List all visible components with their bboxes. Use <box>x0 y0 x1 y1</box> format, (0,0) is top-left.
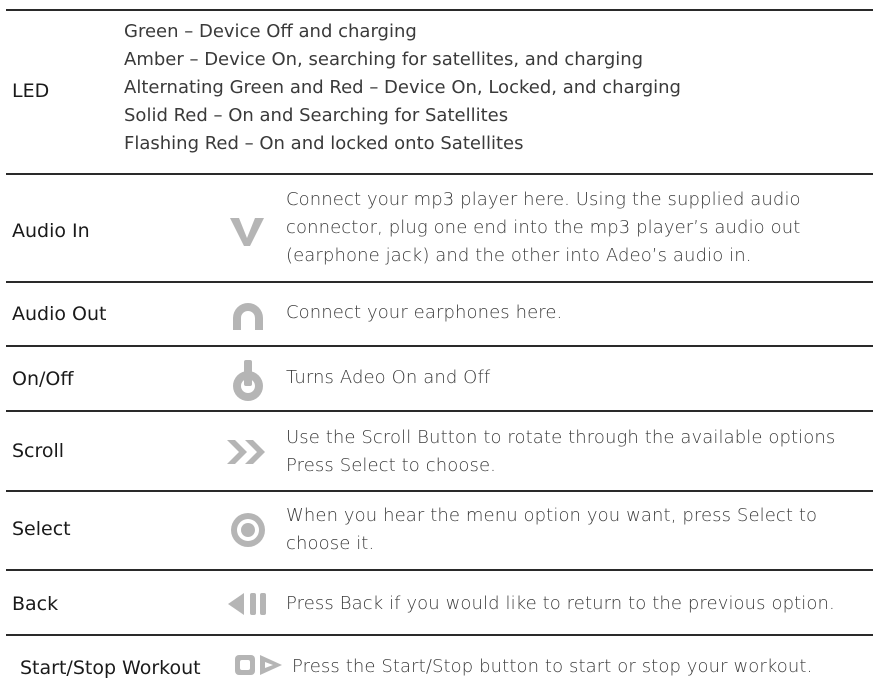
led-status-line: Amber – Device On, searching for satelli… <box>124 49 644 70</box>
power-icon <box>229 356 267 408</box>
divider <box>6 634 873 636</box>
led-status-line: Green – Device Off and charging <box>124 21 417 42</box>
divider <box>6 173 873 175</box>
on-off-label: On/Off <box>12 368 74 390</box>
v-chevron-icon <box>228 214 266 252</box>
led-status-line: Alternating Green and Red – Device On, L… <box>124 77 681 98</box>
back-description: Press Back if you would like to return t… <box>286 593 835 614</box>
back-label: Back <box>12 593 59 615</box>
select-description: When you hear the menu option you want, … <box>286 505 818 554</box>
audio-in-label: Audio In <box>12 220 90 242</box>
led-status-line: Solid Red – On and Searching for Satelli… <box>124 105 509 126</box>
divider <box>6 410 873 412</box>
divider <box>6 281 873 283</box>
select-target-icon <box>229 511 267 553</box>
on-off-description: Turns Adeo On and Off <box>286 367 491 388</box>
divider <box>6 9 873 11</box>
divider <box>6 490 873 492</box>
led-status-line: Flashing Red – On and locked onto Satell… <box>124 133 524 154</box>
audio-in-description: Connect your mp3 player here. Using the … <box>286 189 801 266</box>
double-chevron-right-icon <box>225 436 271 472</box>
audio-out-label: Audio Out <box>12 303 107 325</box>
divider <box>6 569 873 571</box>
start-stop-description: Press the Start/Stop button to start or … <box>292 656 813 677</box>
led-description: Green – Device Off and charging Amber – … <box>124 18 681 158</box>
led-label: LED <box>12 80 50 102</box>
divider <box>6 345 873 347</box>
start-stop-label: Start/Stop Workout <box>20 657 201 679</box>
headphone-icon <box>229 298 267 336</box>
back-icon <box>226 590 270 622</box>
scroll-description: Use the Scroll Button to rotate through … <box>286 427 836 476</box>
start-stop-icon <box>233 652 285 682</box>
select-label: Select <box>12 518 71 540</box>
scroll-label: Scroll <box>12 440 65 462</box>
audio-out-description: Connect your earphones here. <box>286 302 563 323</box>
